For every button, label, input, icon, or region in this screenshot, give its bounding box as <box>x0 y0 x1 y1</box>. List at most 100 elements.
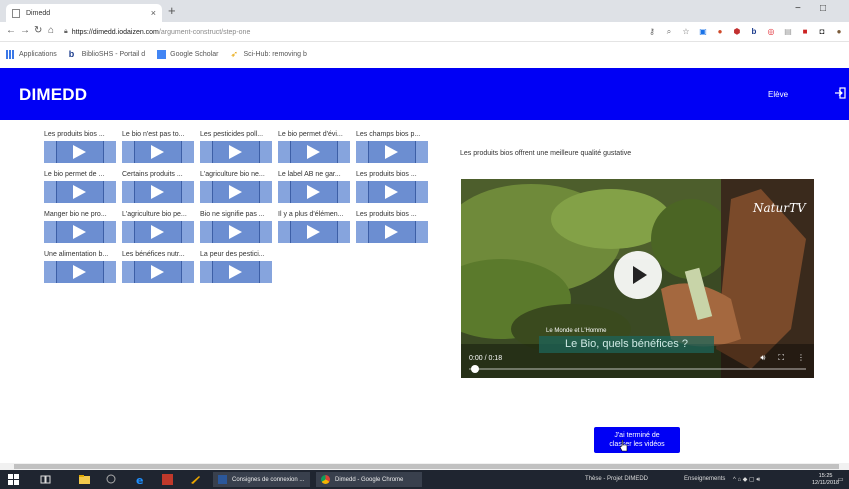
video-caption: Les produits bios offrent une meilleure … <box>460 150 632 157</box>
seek-handle[interactable] <box>471 365 479 373</box>
video-thumbnail[interactable] <box>122 181 194 203</box>
video-thumbnail[interactable] <box>278 141 350 163</box>
scrollbar-thumb[interactable] <box>14 464 839 469</box>
taskbar-folder-enseignements[interactable]: Enseignements <box>684 476 725 482</box>
notifications-icon[interactable]: ▭ <box>838 476 844 483</box>
video-item[interactable]: Le bio permet de ... <box>44 169 121 203</box>
video-item[interactable]: Les produits bios ... <box>356 209 433 243</box>
app-logo[interactable]: DIMEDD <box>19 85 87 105</box>
taskbar-folder-these[interactable]: Thèse - Projet DIMEDD <box>585 476 648 482</box>
shield-icon[interactable]: ⬢ <box>730 25 744 39</box>
video-item[interactable]: Les pesticides poll... <box>200 129 277 163</box>
bookmark-applications[interactable]: Applications <box>6 49 57 59</box>
horizontal-scrollbar[interactable] <box>0 463 849 470</box>
video-item[interactable]: Le bio permet d'évi... <box>278 129 355 163</box>
video-thumbnail[interactable] <box>44 221 116 243</box>
video-item[interactable]: Les produits bios ... <box>44 129 121 163</box>
edge-browser-icon[interactable]: e <box>135 474 146 485</box>
system-clock[interactable]: 15:25 12/11/2018 <box>812 473 839 487</box>
fullscreen-icon[interactable]: ⛶ <box>778 353 784 363</box>
home-icon[interactable]: ⌂ <box>48 25 54 36</box>
video-player[interactable]: NaturTV Le Monde et L'Homme Le Bio, quel… <box>461 179 814 378</box>
video-item[interactable]: La peur des pestici... <box>200 249 277 283</box>
new-tab-icon[interactable]: + <box>168 4 176 18</box>
video-thumbnail[interactable] <box>200 261 272 283</box>
extension-icon[interactable]: ◎ <box>764 25 778 39</box>
bookmark-sci-hub[interactable]: ➶ Sci-Hub: removing b <box>230 49 306 59</box>
video-thumbnail[interactable] <box>356 181 428 203</box>
app-icon[interactable] <box>162 474 173 485</box>
zoom-icon[interactable]: ⌕ <box>662 25 676 39</box>
star-icon[interactable]: ☆ <box>679 25 693 39</box>
video-thumbnail[interactable] <box>122 141 194 163</box>
taskbar-app-word[interactable]: Consignes de connexion ... <box>213 472 310 487</box>
video-thumbnail[interactable] <box>44 141 116 163</box>
extension-icon[interactable]: ▤ <box>781 25 795 39</box>
divider <box>368 221 369 243</box>
windows-start-icon[interactable] <box>8 474 19 485</box>
video-item[interactable]: Bio ne signifie pas ... <box>200 209 277 243</box>
video-thumbnail[interactable] <box>200 141 272 163</box>
bookmark-bibliosh[interactable]: b BiblioSHS - Portail d <box>69 49 145 59</box>
video-thumbnail[interactable] <box>44 181 116 203</box>
search-icon[interactable] <box>106 474 117 485</box>
film-strip <box>182 261 194 283</box>
tab-close-icon[interactable]: × <box>151 8 156 18</box>
extension-icon[interactable]: ■ <box>798 25 812 39</box>
extension-icon[interactable]: ▣ <box>696 25 710 39</box>
app-icon[interactable] <box>190 474 201 485</box>
video-item[interactable]: Une alimentation b... <box>44 249 121 283</box>
film-strip <box>122 221 134 243</box>
back-icon[interactable]: ← <box>6 25 16 36</box>
bibliosh-icon[interactable]: b <box>747 25 761 39</box>
taskbar-app-chrome[interactable]: Dimedd - Google Chrome <box>316 472 422 487</box>
address-bar[interactable]: 🔒︎ https://dimedd.iodaizen.com /argument… <box>64 25 584 39</box>
reload-icon[interactable]: ↻ <box>34 25 42 36</box>
video-item[interactable]: Les produits bios ... <box>356 169 433 203</box>
film-strip <box>338 141 350 163</box>
film-strip <box>260 181 272 203</box>
video-item[interactable]: L'agriculture bio ne... <box>200 169 277 203</box>
video-thumbnail[interactable] <box>122 261 194 283</box>
extension-icon[interactable]: ● <box>713 25 727 39</box>
page-icon <box>12 8 20 18</box>
video-thumbnail[interactable] <box>278 181 350 203</box>
minimize-icon[interactable]: − <box>795 3 801 14</box>
task-view-icon[interactable] <box>40 474 51 485</box>
video-item[interactable]: Il y a plus d'élémen... <box>278 209 355 243</box>
forward-icon[interactable]: → <box>20 25 30 36</box>
logout-icon[interactable] <box>834 87 846 99</box>
video-thumbnail[interactable] <box>356 221 428 243</box>
video-thumbnail[interactable] <box>200 181 272 203</box>
browser-tab[interactable]: Dimedd × <box>6 4 162 22</box>
film-strip <box>416 141 428 163</box>
video-item[interactable]: Le label AB ne gar... <box>278 169 355 203</box>
video-thumbnail[interactable] <box>200 221 272 243</box>
play-button[interactable] <box>614 251 662 299</box>
film-strip <box>200 141 212 163</box>
divider <box>290 221 291 243</box>
more-options-icon[interactable]: ⋮ <box>797 353 805 363</box>
extension-icon[interactable]: ◘ <box>815 25 829 39</box>
video-item[interactable]: Les champs bios p... <box>356 129 433 163</box>
finish-classification-button[interactable]: J'ai terminé de classer les vidéos <box>594 427 680 453</box>
video-item[interactable]: L'agriculture bio pe... <box>122 209 199 243</box>
key-icon[interactable]: ⚷ <box>645 25 659 39</box>
video-thumbnail[interactable] <box>278 221 350 243</box>
profile-avatar[interactable]: ● <box>832 25 846 39</box>
maximize-icon[interactable]: □ <box>820 3 826 14</box>
video-item[interactable]: Le bio n'est pas to... <box>122 129 199 163</box>
time-display: 0:00 / 0:18 <box>469 355 503 362</box>
video-thumbnail[interactable] <box>44 261 116 283</box>
bookmark-google-scholar[interactable]: Google Scholar <box>157 49 218 59</box>
video-title: Certains produits ... <box>122 171 183 178</box>
video-item[interactable]: Certains produits ... <box>122 169 199 203</box>
file-explorer-icon[interactable] <box>79 474 90 485</box>
video-item[interactable]: Les bénéfices nutr... <box>122 249 199 283</box>
video-thumbnail[interactable] <box>356 141 428 163</box>
video-item[interactable]: Manger bio ne pro... <box>44 209 121 243</box>
tray-icons[interactable]: ^ ⌂ ◆ ▢ 🔊︎ <box>733 476 760 484</box>
video-thumbnail[interactable] <box>122 221 194 243</box>
seek-bar[interactable] <box>469 365 806 373</box>
volume-icon[interactable]: 🔊︎ <box>760 353 765 363</box>
